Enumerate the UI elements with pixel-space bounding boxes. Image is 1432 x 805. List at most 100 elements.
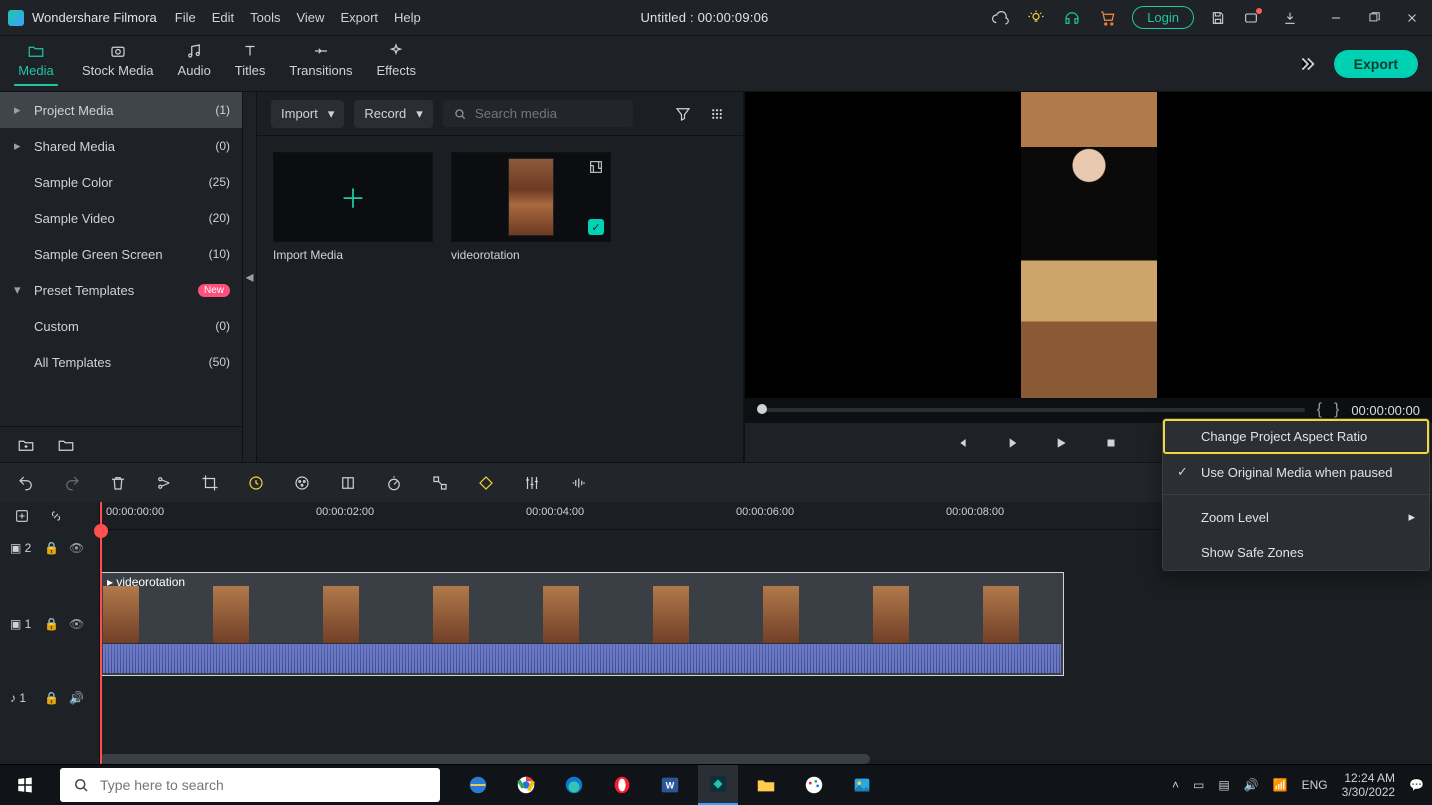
track-audio-label[interactable]: ♪ 1 🔒 🔊 — [0, 682, 99, 714]
sidebar-item-sample-color[interactable]: Sample Color (25) — [0, 164, 242, 200]
step-back-icon[interactable] — [949, 431, 973, 455]
menu-view[interactable]: View — [296, 10, 324, 25]
speaker-icon[interactable]: 🔊 — [69, 691, 84, 705]
login-button[interactable]: Login — [1132, 6, 1194, 29]
delete-icon[interactable] — [106, 471, 130, 495]
ctx-change-aspect-ratio[interactable]: Change Project Aspect Ratio — [1163, 419, 1429, 454]
sidebar-item-all-templates[interactable]: All Templates (50) — [0, 344, 242, 380]
seek-knob[interactable] — [757, 404, 767, 414]
track-overlay-label[interactable]: ▣ 2 🔒 👁 — [0, 530, 99, 566]
menu-file[interactable]: File — [175, 10, 196, 25]
split-icon[interactable] — [152, 471, 176, 495]
cart-icon[interactable] — [1096, 6, 1120, 30]
tray-clock[interactable]: 12:24 AM 3/30/2022 — [1342, 771, 1395, 799]
taskbar-explorer[interactable] — [746, 765, 786, 805]
play-icon[interactable] — [1049, 431, 1073, 455]
tray-notifications-icon[interactable]: 💬 — [1409, 778, 1424, 792]
taskbar-search[interactable] — [60, 768, 440, 802]
inbox-icon[interactable] — [1242, 6, 1266, 30]
cloud-icon[interactable] — [988, 6, 1012, 30]
tab-transitions[interactable]: Transitions — [289, 42, 352, 86]
redo-icon[interactable] — [60, 471, 84, 495]
adjust-icon[interactable] — [520, 471, 544, 495]
eye-icon[interactable]: 👁 — [69, 617, 84, 631]
lock-icon[interactable]: 🔒 — [44, 617, 59, 631]
video-lane[interactable]: ▸ videorotation — [100, 566, 1432, 682]
idea-icon[interactable] — [1024, 6, 1048, 30]
stop-icon[interactable] — [1099, 431, 1123, 455]
taskbar-edge[interactable] — [554, 765, 594, 805]
ctx-show-safe-zones[interactable]: Show Safe Zones — [1163, 535, 1429, 570]
tl-add-track-icon[interactable] — [10, 504, 34, 528]
audio-lane[interactable] — [100, 682, 1432, 714]
taskbar-filmora[interactable] — [698, 765, 738, 805]
speed-icon[interactable] — [244, 471, 268, 495]
collapse-handle-icon[interactable]: ◂ — [243, 92, 257, 462]
mark-in-icon[interactable]: { — [1317, 401, 1322, 419]
ctx-use-original-media[interactable]: ✓ Use Original Media when paused — [1163, 454, 1429, 490]
filter-icon[interactable] — [671, 102, 695, 126]
search-media-input[interactable] — [475, 106, 615, 121]
tray-battery-icon[interactable]: ▭ — [1193, 778, 1204, 792]
new-folder-icon[interactable] — [14, 433, 38, 457]
crop-icon[interactable] — [198, 471, 222, 495]
open-folder-icon[interactable] — [54, 433, 78, 457]
save-icon[interactable] — [1206, 6, 1230, 30]
tab-audio[interactable]: Audio — [178, 42, 211, 86]
color-icon[interactable] — [290, 471, 314, 495]
tab-media[interactable]: Media — [14, 42, 58, 86]
grid-view-icon[interactable] — [705, 102, 729, 126]
taskbar-opera[interactable] — [602, 765, 642, 805]
download-icon[interactable] — [1278, 6, 1302, 30]
search-media[interactable] — [443, 100, 633, 127]
motion-track-icon[interactable] — [428, 471, 452, 495]
export-button[interactable]: Export — [1334, 50, 1418, 78]
import-dropdown[interactable]: Import ▾ — [271, 100, 344, 128]
close-button[interactable] — [1400, 6, 1424, 30]
taskbar-search-input[interactable] — [100, 777, 400, 793]
tray-projector-icon[interactable]: ▤ — [1218, 778, 1229, 792]
playhead[interactable] — [100, 502, 102, 764]
minimize-button[interactable] — [1324, 6, 1348, 30]
start-button[interactable] — [0, 765, 50, 805]
media-clip-card[interactable]: ✓ videorotation — [451, 152, 611, 262]
sidebar-item-sample-video[interactable]: Sample Video (20) — [0, 200, 242, 236]
preview-video[interactable] — [745, 92, 1432, 398]
menu-tools[interactable]: Tools — [250, 10, 280, 25]
lock-icon[interactable]: 🔒 — [44, 691, 59, 705]
tray-lang[interactable]: ENG — [1302, 778, 1328, 792]
taskbar-chrome[interactable] — [506, 765, 546, 805]
timeline-clip[interactable]: ▸ videorotation — [100, 572, 1064, 676]
tab-effects[interactable]: Effects — [376, 42, 416, 86]
more-tabs-icon[interactable] — [1294, 52, 1318, 76]
tray-wifi-icon[interactable]: 📶 — [1273, 778, 1288, 792]
sidebar-item-shared-media[interactable]: ▸ Shared Media (0) — [0, 128, 242, 164]
taskbar-paint[interactable] — [794, 765, 834, 805]
menu-help[interactable]: Help — [394, 10, 421, 25]
taskbar-ie[interactable] — [458, 765, 498, 805]
sidebar-item-project-media[interactable]: ▸ Project Media (1) — [0, 92, 242, 128]
menu-edit[interactable]: Edit — [212, 10, 234, 25]
speedometer-icon[interactable] — [382, 471, 406, 495]
tray-chevron-up-icon[interactable]: ˄ — [1172, 778, 1179, 792]
mark-out-icon[interactable]: } — [1334, 401, 1339, 419]
tray-volume-icon[interactable]: 🔊 — [1244, 778, 1259, 792]
headset-icon[interactable] — [1060, 6, 1084, 30]
import-media-card[interactable]: ＋ Import Media — [273, 152, 433, 262]
record-dropdown[interactable]: Record ▾ — [354, 100, 432, 128]
sidebar-item-custom[interactable]: Custom (0) — [0, 308, 242, 344]
playhead-handle-icon[interactable] — [94, 524, 108, 538]
eye-icon[interactable]: 👁 — [69, 541, 84, 555]
tab-stock[interactable]: Stock Media — [82, 42, 154, 86]
sidebar-item-sample-green[interactable]: Sample Green Screen (10) — [0, 236, 242, 272]
taskbar-word[interactable]: W — [650, 765, 690, 805]
green-screen-icon[interactable] — [336, 471, 360, 495]
keyframe-icon[interactable] — [474, 471, 498, 495]
taskbar-photos[interactable] — [842, 765, 882, 805]
audio-stretch-icon[interactable] — [566, 471, 590, 495]
lock-icon[interactable]: 🔒 — [44, 541, 59, 555]
maximize-button[interactable] — [1362, 6, 1386, 30]
tl-link-icon[interactable] — [44, 504, 68, 528]
tab-titles[interactable]: Titles — [235, 42, 266, 86]
play-pause-icon[interactable] — [999, 431, 1023, 455]
